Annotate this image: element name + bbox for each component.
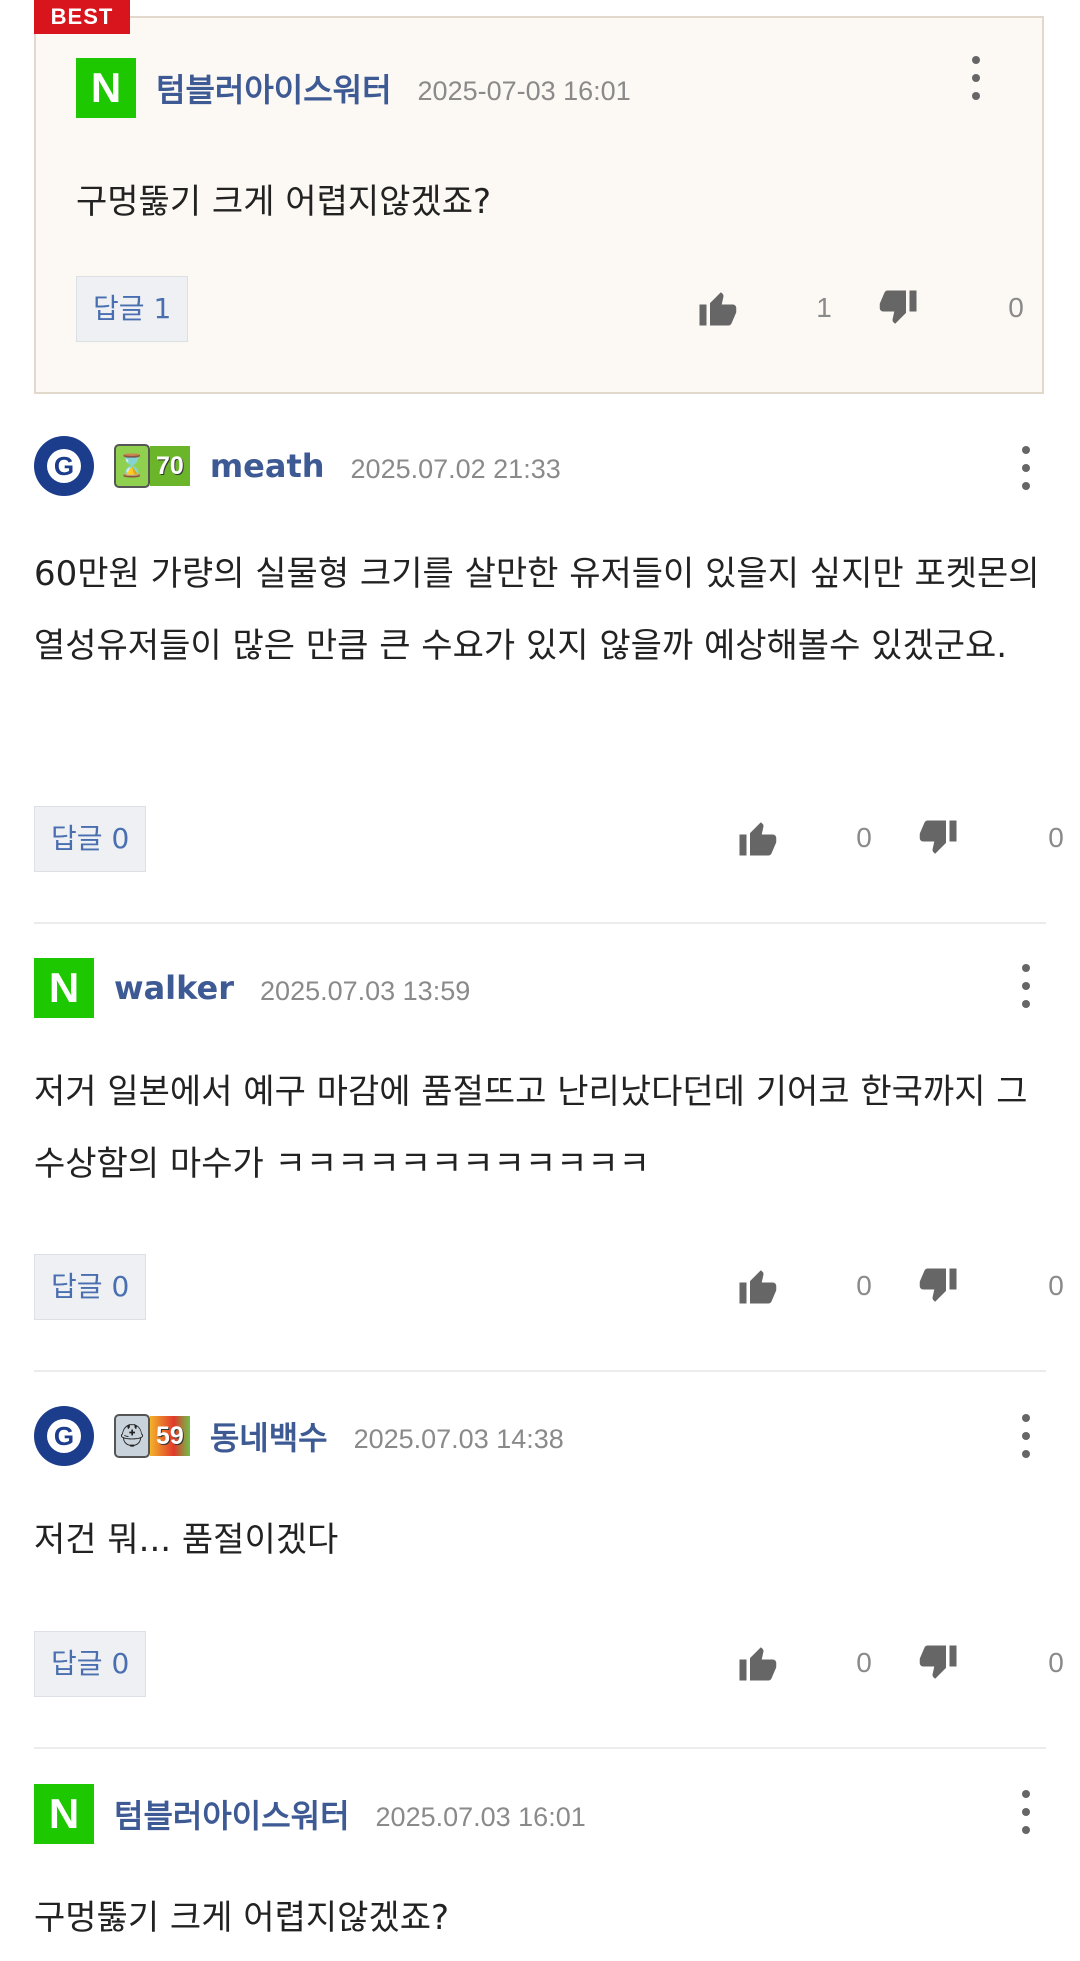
thumbs-down-icon[interactable] [918, 1642, 960, 1684]
naver-avatar: N [34, 1784, 94, 1844]
reply-button[interactable]: 답글 1 [76, 276, 189, 342]
comment-body: 저거 일본에서 예구 마감에 품절뜨고 난리났다던데 기어코 한국까지 그 수상… [34, 1072, 1028, 1184]
more-options-icon[interactable] [1006, 446, 1046, 490]
comment-header: G ⛑ 59 동네백수 2025.07.03 14:38 [34, 1406, 564, 1466]
comment-nickname[interactable]: 텀블러아이스워터 [114, 1791, 350, 1837]
thumbs-down-icon[interactable] [878, 287, 920, 329]
like-count: 0 [856, 1270, 872, 1301]
thumbs-up-icon[interactable] [736, 1265, 778, 1307]
more-options-icon[interactable] [1006, 1790, 1046, 1834]
divider [34, 1370, 1046, 1372]
comment-body: 저건 뭐... 품절이겠다 [34, 1520, 339, 1560]
like-count: 0 [856, 822, 872, 853]
dislike-count: 0 [1048, 822, 1064, 853]
comment-nickname[interactable]: meath [210, 447, 325, 485]
comment-date: 2025.07.02 21:33 [350, 453, 561, 484]
comment-nickname[interactable]: walker [114, 969, 234, 1007]
best-badge: BEST [34, 0, 130, 34]
thumbs-up-icon[interactable] [696, 287, 738, 329]
comment-date: 2025.07.03 16:01 [375, 1801, 586, 1832]
vote-area: 1 0 [696, 278, 1054, 338]
level-badge: ⌛ 70 [114, 443, 190, 489]
comment-nickname[interactable]: 텀블러아이스워터 [156, 65, 392, 111]
vote-area: 0 0 [736, 1633, 1080, 1693]
comment-date: 2025-07-03 16:01 [417, 75, 631, 106]
google-avatar: G [34, 1406, 94, 1466]
comment-body: 구멍뚫기 크게 어렵지않겠죠? [34, 1898, 450, 1938]
reply-button[interactable]: 답글 0 [34, 806, 147, 872]
divider [34, 922, 1046, 924]
level-badge: ⛑ 59 [114, 1413, 190, 1459]
comment-body: 60만원 가량의 실물형 크기를 살만한 유저들이 있을지 싶지만 포켓몬의 열… [34, 554, 1040, 666]
more-options-icon[interactable] [956, 56, 996, 100]
comment-header: N 텀블러아이스워터 2025.07.03 16:01 [34, 1784, 586, 1844]
more-options-icon[interactable] [1006, 1414, 1046, 1458]
more-options-icon[interactable] [1006, 964, 1046, 1008]
thumbs-down-icon[interactable] [918, 817, 960, 859]
naver-avatar: N [34, 958, 94, 1018]
vote-area: 0 0 [736, 808, 1080, 868]
comment-body: 구멍뚫기 크게 어렵지않겠죠? [76, 182, 492, 222]
thumbs-down-icon[interactable] [918, 1265, 960, 1307]
vote-area: 0 0 [736, 1256, 1080, 1316]
dislike-count: 0 [1048, 1647, 1064, 1678]
dislike-count: 0 [1048, 1270, 1064, 1301]
thumbs-up-icon[interactable] [736, 1642, 778, 1684]
like-count: 1 [816, 292, 832, 323]
comment-header: N walker 2025.07.03 13:59 [34, 958, 470, 1018]
thumbs-up-icon[interactable] [736, 817, 778, 859]
level-icon: ⛑ [114, 1414, 150, 1458]
reply-button[interactable]: 답글 0 [34, 1254, 147, 1320]
best-comment-card: N 텀블러아이스워터 2025-07-03 16:01 구멍뚫기 크게 어렵지않… [34, 16, 1044, 394]
comment-header: N 텀블러아이스워터 2025-07-03 16:01 [76, 58, 631, 118]
google-avatar: G [34, 436, 94, 496]
reply-button[interactable]: 답글 0 [34, 1631, 147, 1697]
comment-date: 2025.07.03 14:38 [353, 1423, 564, 1454]
level-icon: ⌛ [114, 444, 150, 488]
naver-avatar: N [76, 58, 136, 118]
comment-nickname[interactable]: 동네백수 [210, 1413, 328, 1459]
comment-date: 2025.07.03 13:59 [260, 975, 471, 1006]
comment-header: G ⌛ 70 meath 2025.07.02 21:33 [34, 436, 561, 496]
like-count: 0 [856, 1647, 872, 1678]
divider [34, 1747, 1046, 1749]
dislike-count: 0 [1008, 292, 1024, 323]
